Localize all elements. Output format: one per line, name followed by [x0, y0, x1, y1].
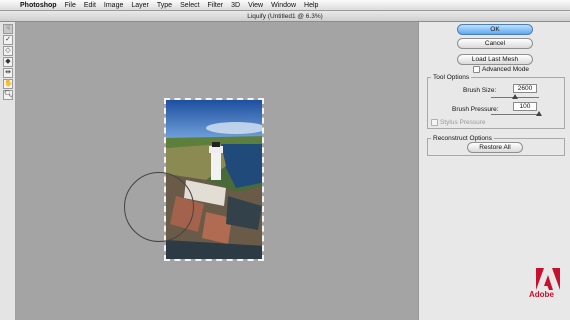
zoom-tool-icon[interactable]: 🔍︎: [3, 90, 13, 100]
menu-filter[interactable]: Filter: [208, 0, 224, 11]
reconstruct-tool-icon[interactable]: ✓: [3, 35, 13, 45]
brush-pressure-slider-handle[interactable]: [536, 111, 542, 116]
brush-pressure-label: Brush Pressure:: [452, 106, 499, 113]
options-panel: OK Cancel Load Last Mesh Advanced Mode T…: [418, 22, 570, 320]
load-last-mesh-button[interactable]: Load Last Mesh: [457, 54, 533, 65]
menu-bar: Photoshop File Edit Image Layer Type Sel…: [0, 0, 570, 11]
preview-canvas[interactable]: [16, 22, 418, 320]
menu-layer[interactable]: Layer: [131, 0, 149, 11]
advanced-mode-checkbox[interactable]: [473, 66, 480, 73]
menu-3d[interactable]: 3D: [231, 0, 240, 11]
menu-file[interactable]: File: [65, 0, 76, 11]
stylus-pressure-checkbox[interactable]: [431, 119, 438, 126]
adobe-wordmark: Adobe: [529, 290, 554, 299]
menu-help[interactable]: Help: [304, 0, 318, 11]
forward-warp-tool-icon[interactable]: ☟: [3, 24, 13, 34]
bloat-tool-icon[interactable]: ◆: [3, 57, 13, 67]
ok-button[interactable]: OK: [457, 24, 533, 35]
window-title: Liquify (Untitled1 @ 6.3%): [0, 11, 570, 22]
push-left-tool-icon[interactable]: ⇹: [3, 68, 13, 78]
menu-app-name[interactable]: Photoshop: [20, 0, 57, 11]
brush-size-slider-handle[interactable]: [512, 94, 518, 99]
stylus-pressure-label: Stylus Pressure: [440, 119, 486, 126]
pucker-tool-icon[interactable]: ◇: [3, 46, 13, 56]
restore-all-button[interactable]: Restore All: [467, 142, 523, 153]
brush-cursor: [124, 172, 194, 242]
reconstruct-options-title: Reconstruct Options: [431, 135, 494, 142]
advanced-mode-label: Advanced Mode: [482, 66, 529, 73]
hand-tool-icon[interactable]: ✋: [3, 79, 13, 89]
menu-window[interactable]: Window: [271, 0, 296, 11]
menu-image[interactable]: Image: [104, 0, 123, 11]
brush-pressure-field[interactable]: 100: [513, 102, 537, 111]
adobe-logo-icon: [536, 268, 560, 290]
brush-size-label: Brush Size:: [463, 87, 497, 94]
tool-strip: ☟ ✓ ◇ ◆ ⇹ ✋ 🔍︎: [0, 22, 16, 320]
menu-type[interactable]: Type: [157, 0, 172, 11]
tool-options-title: Tool Options: [431, 74, 472, 81]
menu-view[interactable]: View: [248, 0, 263, 11]
brush-pressure-slider[interactable]: [491, 114, 539, 115]
brush-size-field[interactable]: 2600: [513, 84, 537, 93]
menu-edit[interactable]: Edit: [84, 0, 96, 11]
menu-select[interactable]: Select: [180, 0, 199, 11]
cancel-button[interactable]: Cancel: [457, 38, 533, 49]
